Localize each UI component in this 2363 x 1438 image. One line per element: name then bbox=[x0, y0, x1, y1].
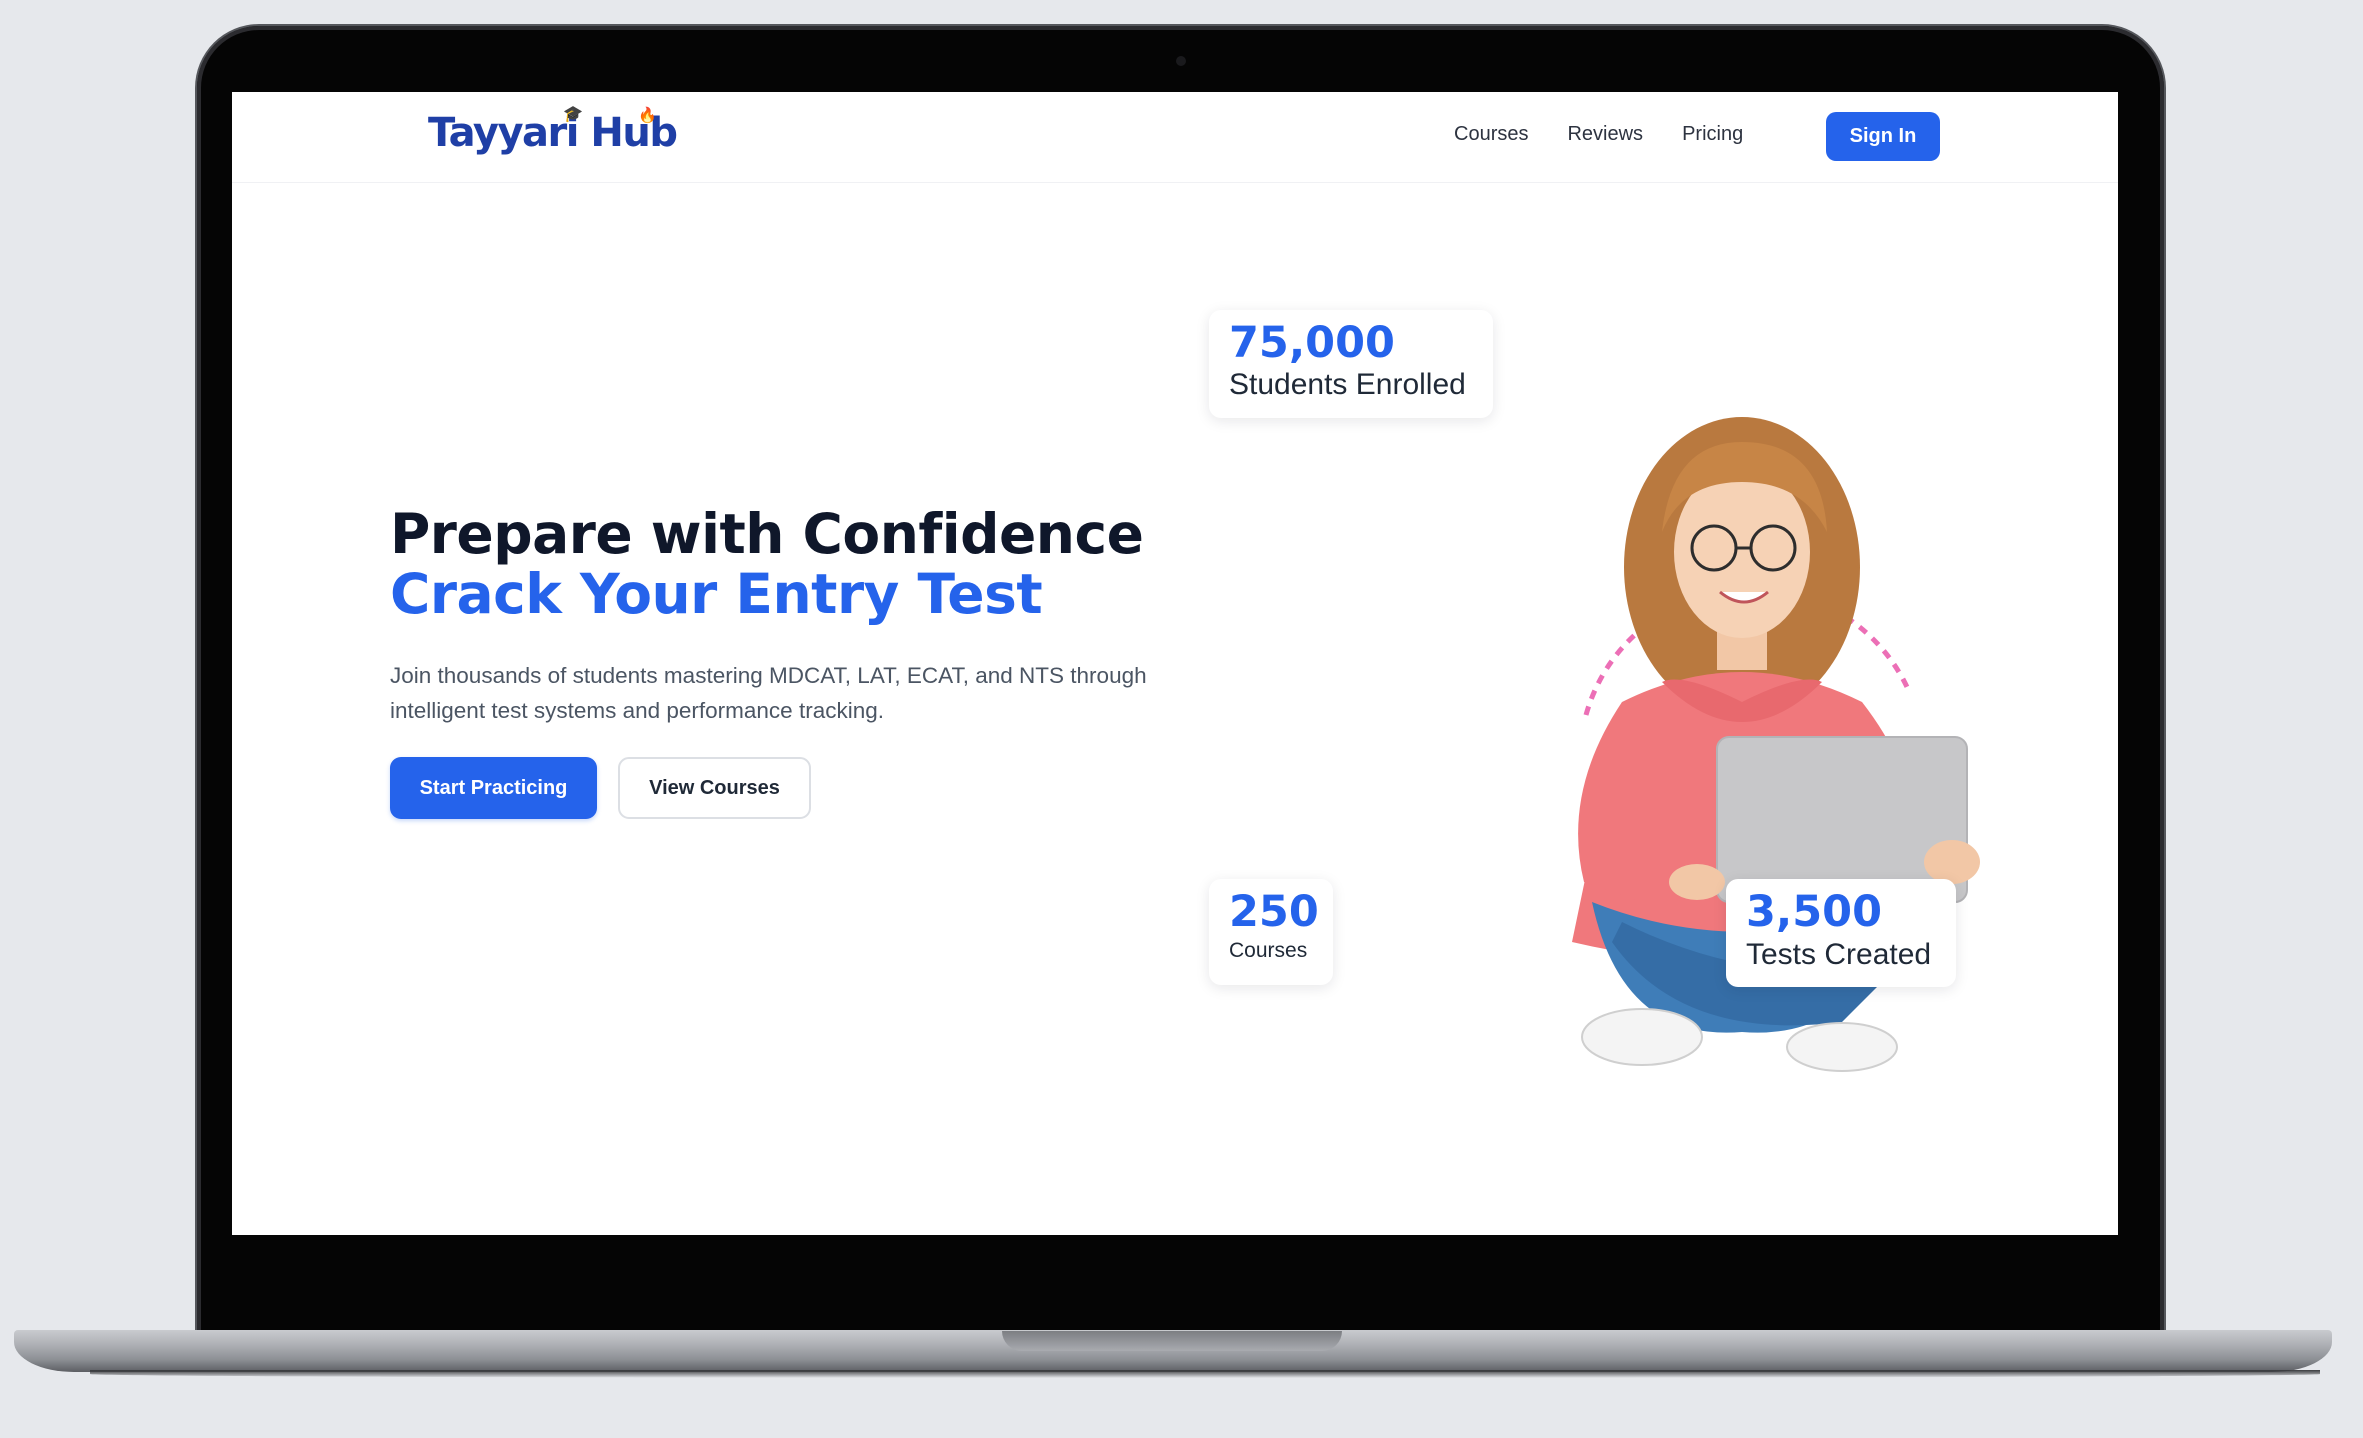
top-navbar: Tayyari Hub 🎓 🔥 Courses Reviews Pricing … bbox=[232, 92, 2118, 183]
stat-students-label: Students Enrolled bbox=[1229, 368, 1466, 401]
start-practicing-button[interactable]: Start Practicing bbox=[390, 757, 597, 819]
flame-icon: 🔥 bbox=[638, 106, 657, 124]
nav-link-courses[interactable]: Courses bbox=[1454, 123, 1528, 146]
browser-viewport: Tayyari Hub 🎓 🔥 Courses Reviews Pricing … bbox=[232, 92, 2118, 1235]
laptop-notch bbox=[1002, 1331, 1342, 1351]
stat-courses-value: 250 bbox=[1229, 887, 1319, 937]
left-hand bbox=[1669, 864, 1725, 900]
view-courses-button[interactable]: View Courses bbox=[618, 757, 811, 819]
stat-card-students: 75,000 Students Enrolled bbox=[1209, 310, 1493, 418]
left-shoe bbox=[1581, 1008, 1703, 1066]
hero-headline-line1: Prepare with Confidence bbox=[390, 502, 1144, 566]
laptop-held bbox=[1716, 736, 1968, 903]
stat-tests-value: 3,500 bbox=[1746, 887, 1883, 937]
camera-icon bbox=[1175, 56, 1186, 66]
nav-link-pricing[interactable]: Pricing bbox=[1682, 123, 1743, 146]
student-with-laptop-illustration bbox=[1572, 417, 1980, 1072]
sign-in-button[interactable]: Sign In bbox=[1826, 112, 1940, 161]
nav-link-reviews[interactable]: Reviews bbox=[1567, 123, 1643, 146]
stat-card-tests: 3,500 Tests Created bbox=[1726, 879, 1956, 987]
stat-students-value: 75,000 bbox=[1229, 318, 1395, 368]
hero-headline: Prepare with Confidence Crack Your Entry… bbox=[390, 502, 1144, 626]
right-shoe bbox=[1786, 1022, 1898, 1072]
stat-card-courses: 250 Courses bbox=[1209, 879, 1333, 985]
stat-courses-label: Courses bbox=[1229, 939, 1308, 962]
graduation-cap-icon: 🎓 bbox=[563, 104, 583, 123]
laptop-shadow bbox=[90, 1370, 2320, 1378]
hero-headline-line2: Crack Your Entry Test bbox=[390, 562, 1043, 626]
right-hand bbox=[1924, 840, 1980, 884]
main-nav: Courses Reviews Pricing bbox=[1454, 123, 1782, 146]
brand-logo[interactable]: Tayyari Hub 🎓 🔥 bbox=[428, 104, 678, 156]
hero-subtext: Join thousands of students mastering MDC… bbox=[390, 663, 1147, 723]
stat-tests-label: Tests Created bbox=[1746, 938, 1932, 971]
